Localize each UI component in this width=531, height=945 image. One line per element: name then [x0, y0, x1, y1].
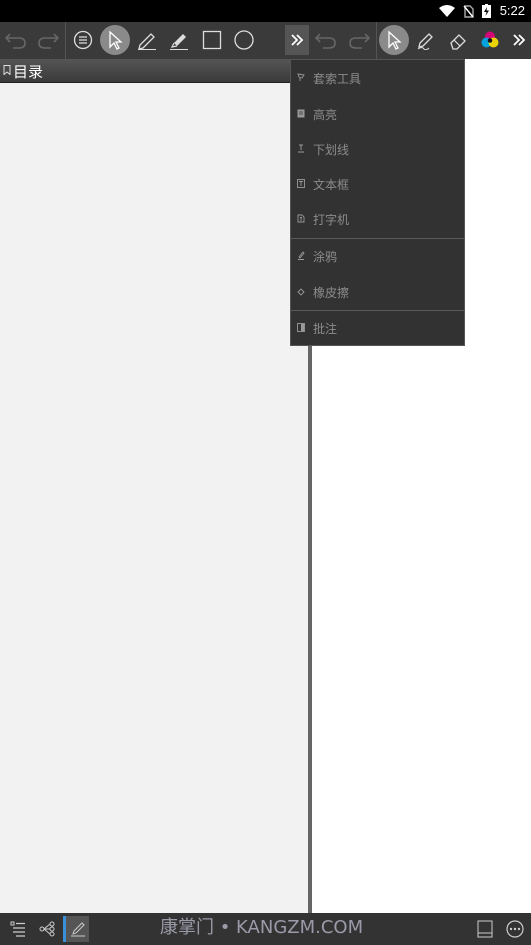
redo-button[interactable]: [33, 25, 63, 55]
signature-pen-icon: [70, 922, 85, 937]
color-picker-button[interactable]: [475, 25, 505, 55]
redo-icon: [38, 33, 59, 49]
lasso-icon: [297, 73, 305, 81]
pen-icon: [138, 33, 156, 50]
scribble-pen-icon: [417, 33, 433, 50]
left-toolbar: [0, 22, 309, 59]
note-icon: [297, 323, 305, 332]
annotation-tools-menu: 套索工具 高亮 下划线 文本框 打字机 涂鸦 橡皮擦 批注: [290, 59, 465, 346]
menu-item-textbox[interactable]: 文本框: [291, 167, 464, 201]
annotations-button[interactable]: [63, 916, 89, 942]
menu-item-label: 批注: [313, 322, 338, 336]
more-options-button[interactable]: [502, 916, 528, 942]
wifi-icon: [439, 4, 455, 17]
more-tools-button-right[interactable]: [507, 25, 531, 55]
select-tool-button[interactable]: [100, 25, 130, 55]
undo-icon: [315, 33, 336, 49]
redo-button-right[interactable]: [344, 25, 374, 55]
page-layout-icon: [477, 920, 493, 938]
highlighter-tool-button[interactable]: [164, 25, 194, 55]
menu-item-highlight[interactable]: 高亮: [291, 97, 464, 131]
menu-item-label: 打字机: [313, 213, 350, 227]
menu-item-label: 橡皮擦: [313, 286, 350, 300]
page-view-button[interactable]: [472, 916, 498, 942]
right-toolbar: [309, 22, 531, 59]
menu-item-lasso[interactable]: 套索工具: [291, 61, 464, 95]
menu-item-typewriter[interactable]: 打字机: [291, 202, 464, 236]
undo-button-right[interactable]: [311, 25, 341, 55]
toc-title: 目录: [13, 63, 44, 81]
status-bar: 5:22: [0, 0, 531, 22]
bottom-bar: 康掌门 • KANGZM.COM: [0, 913, 531, 945]
toc-header: 目录: [0, 59, 309, 83]
pen-tool-button[interactable]: [132, 25, 162, 55]
menu-item-label: 高亮: [313, 108, 338, 122]
double-chevron-right-icon: [513, 34, 526, 46]
double-chevron-right-icon: [291, 34, 304, 46]
no-sim-icon: [463, 4, 474, 18]
status-time: 5:22: [499, 3, 525, 18]
battery-charging-icon: [482, 4, 491, 18]
scribble-icon: [298, 251, 305, 260]
highlighter-icon: [170, 34, 188, 50]
textbox-icon: [297, 179, 305, 188]
rectangle-icon: [202, 30, 222, 50]
select-tool-button-right[interactable]: [379, 25, 409, 55]
toolbar-separator: [65, 22, 66, 59]
eraser-icon: [297, 288, 305, 296]
watermark: 康掌门 • KANGZM.COM: [160, 917, 364, 938]
circle-icon: [234, 30, 254, 50]
menu-item-label: 涂鸦: [313, 250, 338, 264]
menu-item-label: 下划线: [313, 143, 350, 157]
menu-item-underline[interactable]: 下划线: [291, 132, 464, 166]
toolbar-separator: [376, 22, 377, 59]
redo-icon: [349, 33, 370, 49]
status-icons: [439, 4, 491, 18]
list-button[interactable]: [68, 25, 98, 55]
menu-item-eraser[interactable]: 橡皮擦: [291, 275, 464, 309]
scribble-tool-button[interactable]: [411, 25, 441, 55]
menu-item-scribble[interactable]: 涂鸦: [291, 239, 464, 273]
rectangle-tool-button[interactable]: [197, 25, 227, 55]
more-tools-button[interactable]: [285, 25, 309, 55]
menu-item-label: 套索工具: [313, 72, 362, 86]
cursor-icon: [388, 30, 402, 50]
toc-pane[interactable]: [0, 83, 308, 913]
list-circle-icon: [73, 30, 93, 50]
typewriter-icon: [297, 214, 305, 223]
bookmark-icon: [3, 65, 11, 75]
circle-tool-button[interactable]: [229, 25, 259, 55]
tree-icon: [39, 921, 55, 937]
menu-item-note[interactable]: 批注: [291, 311, 464, 345]
undo-icon: [5, 33, 26, 49]
tree-view-button[interactable]: [34, 916, 60, 942]
eraser-icon: [450, 34, 466, 50]
undo-button[interactable]: [1, 25, 31, 55]
more-dots-icon: [506, 920, 524, 938]
outline-list-icon: [10, 921, 25, 937]
eraser-tool-button[interactable]: [443, 25, 473, 55]
underline-icon: [298, 144, 304, 153]
highlight-icon: [297, 109, 305, 118]
toc-toggle-button[interactable]: [5, 916, 31, 942]
color-wheel-icon: [481, 31, 499, 48]
menu-item-label: 文本框: [313, 178, 350, 192]
cursor-icon: [109, 30, 123, 50]
